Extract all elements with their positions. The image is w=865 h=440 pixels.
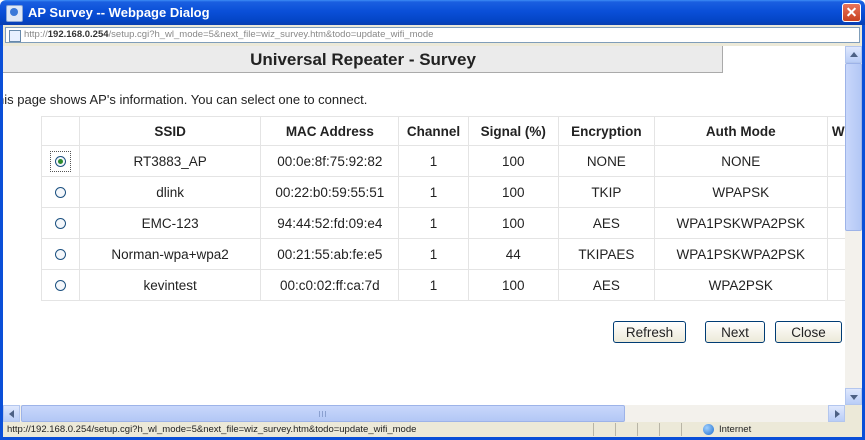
cell-channel: 1 <box>398 269 469 301</box>
ie-dialog-icon <box>6 5 23 22</box>
radio-button[interactable] <box>55 280 66 292</box>
column-header-auth: Auth Mode <box>653 116 828 146</box>
cell-ssid: RT3883_AP <box>79 145 262 177</box>
scroll-down-icon[interactable] <box>845 388 862 405</box>
address-field: http://192.168.0.254/setup.cgi?h_wl_mode… <box>5 27 860 43</box>
cell-auth: WPA1PSKWPA2PSK <box>653 238 828 270</box>
address-bar: http://192.168.0.254/setup.cgi?h_wl_mode… <box>0 25 865 46</box>
next-button[interactable]: Next <box>705 321 765 343</box>
column-header-mac: MAC Address <box>260 116 400 146</box>
scroll-up-icon[interactable] <box>845 46 862 63</box>
radio-button[interactable] <box>55 187 66 199</box>
cell-signal: 100 <box>467 207 560 239</box>
table-row[interactable]: EMC-123 94:44:52:fd:09:e4 1 100 AES WPA1… <box>40 207 862 239</box>
cell-encryption: AES <box>558 207 655 239</box>
intro-text: his page shows AP's information. You can… <box>0 92 368 107</box>
radio-focus <box>50 150 71 172</box>
status-divider <box>681 423 682 436</box>
security-zone: Internet <box>719 424 752 435</box>
cell-signal: 100 <box>467 176 560 208</box>
address-url: http://192.168.0.254/setup.cgi?h_wl_mode… <box>24 29 434 40</box>
cell-mac: 00:0e:8f:75:92:82 <box>260 145 400 177</box>
cell-auth: WPA1PSKWPA2PSK <box>653 207 828 239</box>
table-row[interactable]: kevintest 00:c0:02:ff:ca:7d 1 100 AES WP… <box>40 269 862 301</box>
radio-button[interactable] <box>55 249 66 261</box>
horizontal-scrollbar[interactable] <box>3 405 845 422</box>
cell-ssid: kevintest <box>79 269 262 301</box>
cell-encryption: AES <box>558 269 655 301</box>
page-title: Universal Repeater - Survey <box>250 50 476 69</box>
row-select[interactable] <box>40 176 81 208</box>
close-button[interactable]: Close <box>775 321 842 343</box>
radio-button[interactable] <box>55 218 66 230</box>
row-select[interactable] <box>40 207 81 239</box>
page-icon <box>9 30 21 42</box>
globe-icon <box>703 424 714 435</box>
column-header-encryption: Encryption <box>558 116 655 146</box>
close-icon[interactable] <box>842 3 861 22</box>
cell-mac: 00:c0:02:ff:ca:7d <box>260 269 400 301</box>
cell-channel: 1 <box>398 238 469 270</box>
column-header-signal: Signal (%) <box>467 116 560 146</box>
scroll-right-icon[interactable] <box>828 405 845 422</box>
cell-channel: 1 <box>398 176 469 208</box>
cell-auth: NONE <box>653 145 828 177</box>
refresh-button[interactable]: Refresh <box>613 321 686 343</box>
cell-channel: 1 <box>398 145 469 177</box>
column-header-channel: Channel <box>398 116 469 146</box>
vertical-scrollbar[interactable] <box>845 46 862 405</box>
cell-mac: 00:22:b0:59:55:51 <box>260 176 400 208</box>
dialog-title-bar: AP Survey -- Webpage Dialog <box>0 0 865 25</box>
status-url: http://192.168.0.254/setup.cgi?h_wl_mode… <box>7 424 417 435</box>
vertical-scroll-thumb[interactable] <box>845 63 862 231</box>
radio-button[interactable] <box>55 156 66 168</box>
row-select[interactable] <box>40 145 81 177</box>
horizontal-scroll-thumb[interactable] <box>21 405 625 422</box>
status-divider <box>659 423 660 436</box>
cell-signal: 100 <box>467 269 560 301</box>
cell-channel: 1 <box>398 207 469 239</box>
cell-ssid: Norman-wpa+wpa2 <box>79 238 262 270</box>
table-header-row: SSID MAC Address Channel Signal (%) Encr… <box>40 116 862 146</box>
scroll-left-icon[interactable] <box>3 405 20 422</box>
status-divider <box>637 423 638 436</box>
page-header: Universal Repeater - Survey <box>3 46 723 73</box>
table-row[interactable]: Norman-wpa+wpa2 00:21:55:ab:fe:e5 1 44 T… <box>40 238 862 270</box>
row-select[interactable] <box>40 269 81 301</box>
scrollbar-corner <box>845 405 862 422</box>
column-header-select <box>40 116 81 146</box>
cell-mac: 00:21:55:ab:fe:e5 <box>260 238 400 270</box>
status-bar: http://192.168.0.254/setup.cgi?h_wl_mode… <box>0 422 865 440</box>
cell-mac: 94:44:52:fd:09:e4 <box>260 207 400 239</box>
cell-ssid: dlink <box>79 176 262 208</box>
cell-auth: WPAPSK <box>653 176 828 208</box>
status-divider <box>615 423 616 436</box>
cell-encryption: TKIP <box>558 176 655 208</box>
table-row[interactable]: RT3883_AP 00:0e:8f:75:92:82 1 100 NONE N… <box>40 145 862 177</box>
content-frame: Universal Repeater - Survey his page sho… <box>0 46 865 422</box>
survey-table: SSID MAC Address Channel Signal (%) Encr… <box>40 116 862 301</box>
row-select[interactable] <box>40 238 81 270</box>
column-header-ssid: SSID <box>79 116 262 146</box>
status-divider <box>593 423 594 436</box>
dialog-title: AP Survey -- Webpage Dialog <box>28 5 210 20</box>
cell-signal: 44 <box>467 238 560 270</box>
cell-encryption: NONE <box>558 145 655 177</box>
cell-encryption: TKIPAES <box>558 238 655 270</box>
cell-signal: 100 <box>467 145 560 177</box>
table-row[interactable]: dlink 00:22:b0:59:55:51 1 100 TKIP WPAPS… <box>40 176 862 208</box>
cell-ssid: EMC-123 <box>79 207 262 239</box>
cell-auth: WPA2PSK <box>653 269 828 301</box>
